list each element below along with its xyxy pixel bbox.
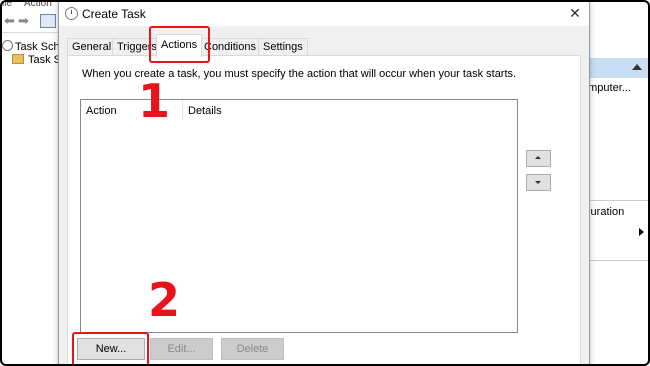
- screenshot-frame: ile Action ⬅ ➡ Task Sche Task S omputer..…: [0, 0, 650, 366]
- submenu-arrow-icon[interactable]: [639, 228, 644, 236]
- tree-item-task-scheduler[interactable]: Task Sche: [2, 40, 66, 53]
- column-header-details[interactable]: Details: [188, 105, 222, 117]
- edit-action-button[interactable]: Edit...: [150, 338, 213, 360]
- step-1-label: 1: [138, 74, 171, 128]
- column-divider[interactable]: [182, 100, 183, 120]
- forward-arrow-icon[interactable]: ➡: [18, 13, 29, 29]
- close-button[interactable]: ✕: [561, 2, 589, 26]
- move-up-button[interactable]: [526, 150, 551, 167]
- new-button-highlight: [72, 332, 149, 364]
- console-tree-icon[interactable]: [40, 14, 56, 28]
- task-clock-icon: [65, 7, 78, 20]
- bg-menu-file[interactable]: ile: [2, 2, 12, 9]
- bg-menu-action[interactable]: Action: [24, 2, 52, 9]
- back-arrow-icon[interactable]: ⬅: [4, 13, 15, 29]
- arrow-up-icon: [535, 156, 541, 159]
- column-header-action[interactable]: Action: [86, 105, 117, 117]
- pane-divider: [582, 260, 648, 261]
- tab-general[interactable]: General: [67, 38, 117, 55]
- actions-tab-highlight: [149, 26, 210, 63]
- create-task-dialog: Create Task ✕ General Triggers Condition…: [58, 2, 590, 364]
- folder-icon: [12, 54, 24, 64]
- tab-settings[interactable]: Settings: [258, 38, 308, 55]
- actions-list[interactable]: Action Details: [80, 99, 518, 333]
- delete-action-button[interactable]: Delete: [221, 338, 284, 360]
- title-bar[interactable]: Create Task ✕: [59, 2, 589, 26]
- move-down-button[interactable]: [526, 174, 551, 191]
- bg-actions-pane: omputer... s iguration: [582, 2, 648, 364]
- dialog-title: Create Task: [82, 7, 146, 21]
- bg-toolbar: ⬅ ➡: [2, 10, 62, 33]
- tree-item-task-library[interactable]: Task S: [12, 54, 61, 66]
- collapse-up-icon: [632, 64, 642, 70]
- step-2-label: 2: [148, 273, 181, 327]
- clock-icon: [2, 40, 13, 51]
- pane-divider: [582, 200, 648, 201]
- arrow-down-icon: [535, 181, 541, 184]
- actions-pane-header[interactable]: [582, 58, 648, 78]
